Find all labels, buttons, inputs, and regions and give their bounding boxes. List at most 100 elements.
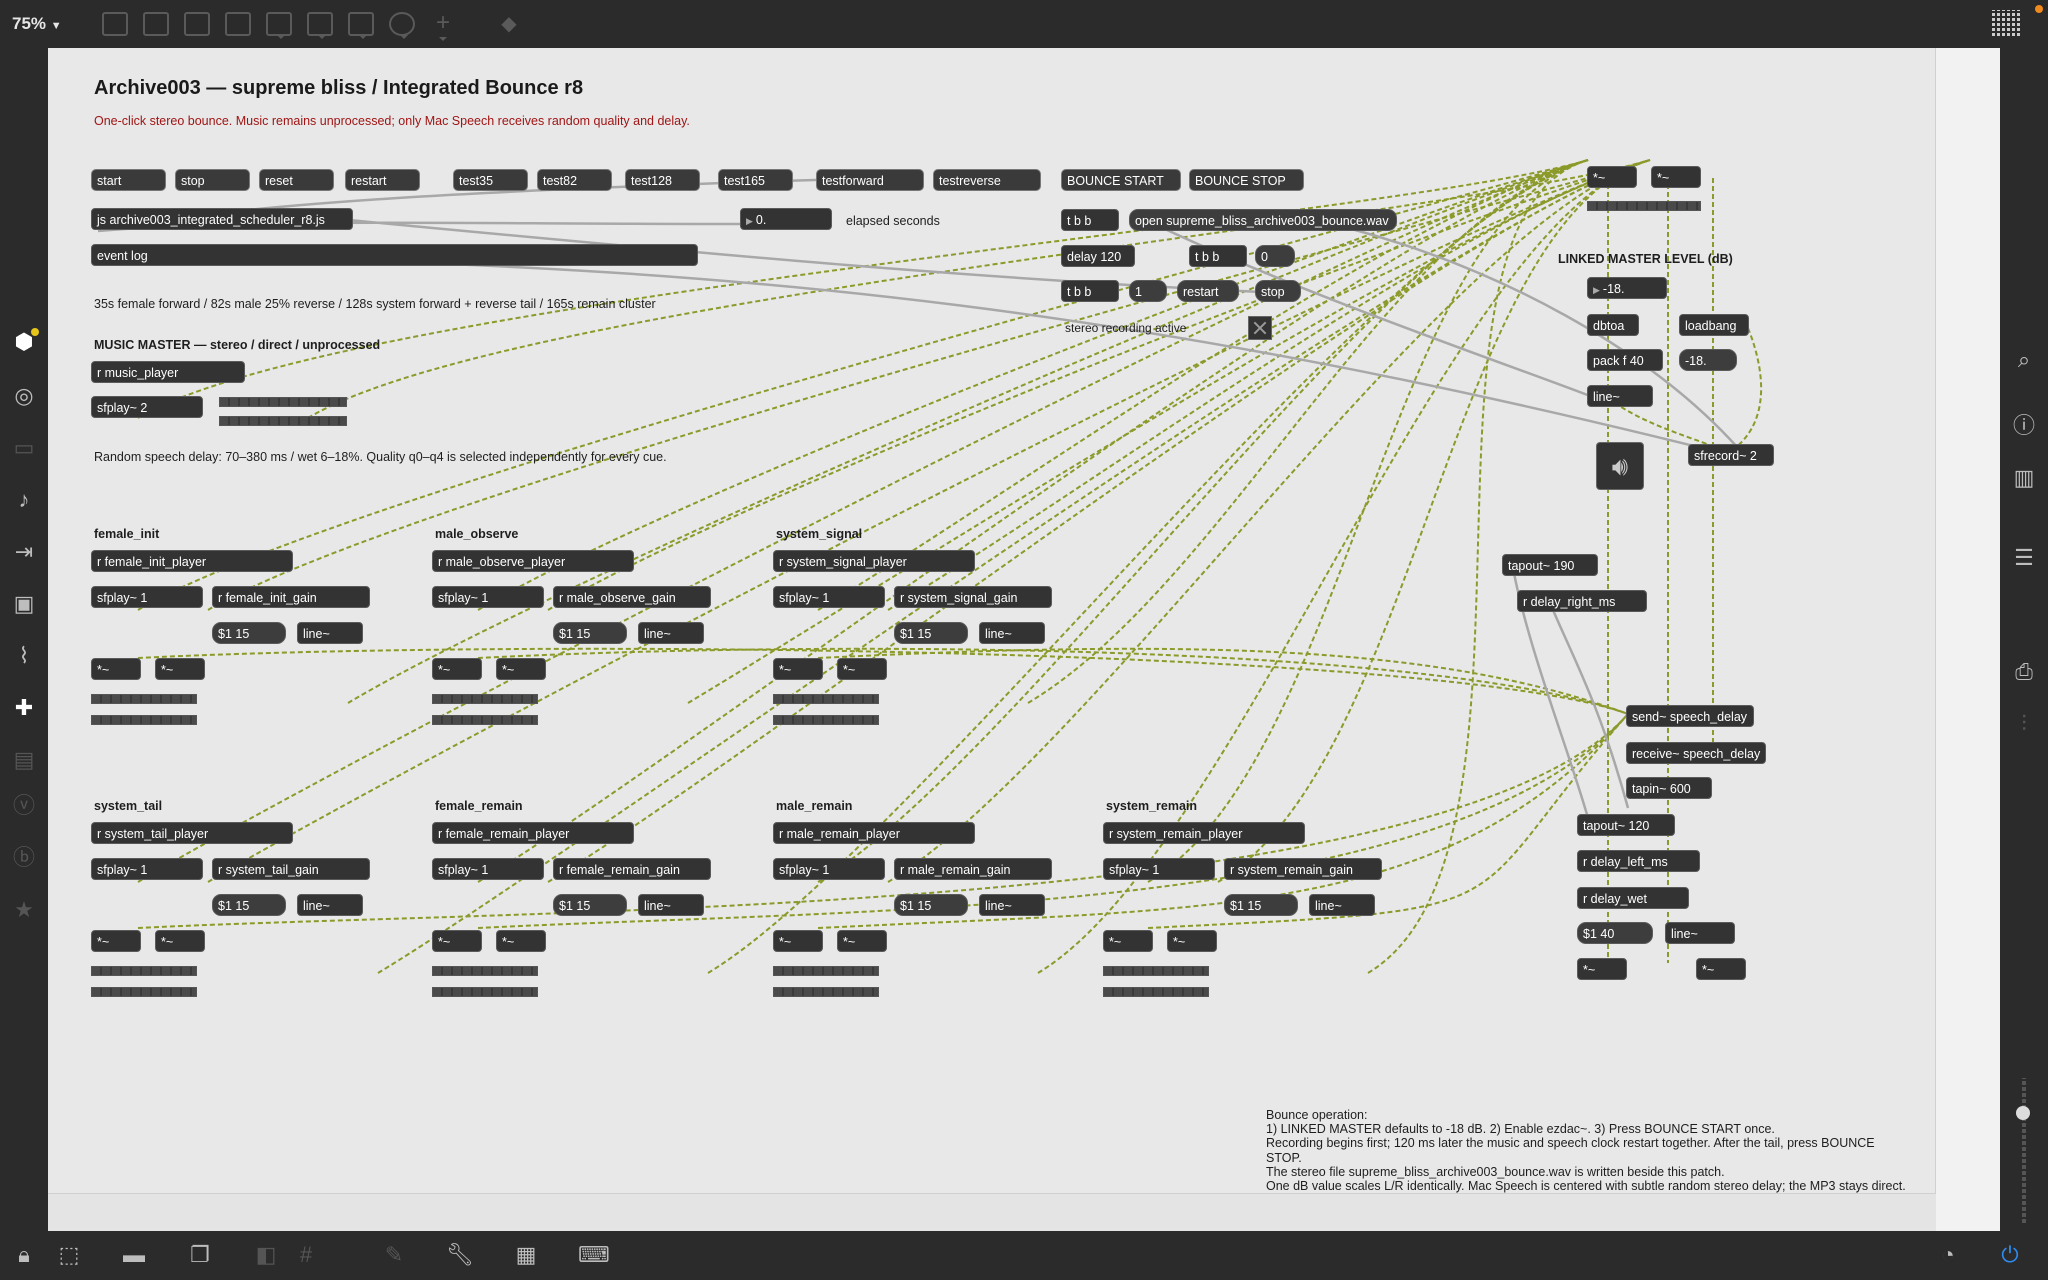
dial-icon[interactable]	[389, 12, 415, 39]
speaker-icon[interactable]: 🔊︎	[1596, 442, 1644, 490]
delay-object[interactable]: delay 120	[1061, 245, 1135, 267]
edit-icon[interactable]: ⬚	[55, 1241, 83, 1269]
loadbang-object[interactable]: loadbang	[1679, 314, 1749, 336]
music-receive[interactable]: r music_player	[91, 361, 245, 383]
voice-mul-left[interactable]: *~	[432, 658, 482, 680]
scheduler-object[interactable]: js archive003_integrated_scheduler_r8.js	[91, 208, 353, 230]
voice-gain-receive[interactable]: r system_tail_gain	[212, 858, 370, 880]
master-db-number[interactable]: -18.	[1587, 277, 1667, 299]
delay-left-receive[interactable]: r delay_left_ms	[1577, 850, 1700, 872]
voice-mul-right[interactable]: *~	[155, 930, 205, 952]
receive-speech-delay[interactable]: receive~ speech_delay	[1626, 742, 1766, 764]
voice-receive[interactable]: r male_remain_player	[773, 822, 975, 844]
voice-mul-right[interactable]: *~	[837, 658, 887, 680]
delay-wet-line[interactable]: line~	[1665, 922, 1735, 944]
voice-mul-right[interactable]: *~	[496, 658, 546, 680]
chat-icon[interactable]	[184, 12, 210, 36]
x-box-icon[interactable]	[225, 12, 251, 36]
open-file-message[interactable]: open supreme_bliss_archive003_bounce.wav	[1129, 209, 1397, 231]
voice-mul-left[interactable]: *~	[1103, 930, 1153, 952]
voice-mul-right[interactable]: *~	[837, 930, 887, 952]
grid-icon[interactable]	[1992, 10, 2022, 36]
voice-mul-left[interactable]: *~	[773, 930, 823, 952]
plugin-icon[interactable]: ✚	[10, 694, 38, 722]
play-step-icon[interactable]: ⇥	[10, 538, 38, 566]
zoom-menu[interactable]: 75% ▼	[12, 14, 62, 34]
voice-player[interactable]: sfplay~ 1	[1103, 858, 1215, 880]
tapin-object[interactable]: tapin~ 600	[1626, 777, 1712, 799]
voice-gain-message[interactable]: $1 15	[894, 894, 968, 916]
info-icon[interactable]: ⓘ	[2010, 412, 2038, 440]
test165-button[interactable]: test165	[718, 169, 793, 191]
recording-toggle[interactable]	[1248, 316, 1272, 340]
comment-icon[interactable]	[143, 12, 169, 36]
voice-gain-message[interactable]: $1 15	[553, 894, 627, 916]
voice-mul-left[interactable]: *~	[773, 658, 823, 680]
pin-icon[interactable]: ✎	[380, 1241, 408, 1269]
master-mul-left[interactable]: *~	[1587, 166, 1637, 188]
voice-player[interactable]: sfplay~ 1	[91, 858, 203, 880]
power-icon[interactable]: ⏻	[1996, 1241, 2024, 1269]
dbtoa-object[interactable]: dbtoa	[1587, 314, 1639, 336]
image-icon[interactable]: ▣	[10, 590, 38, 618]
b-icon[interactable]: ⓑ	[10, 844, 38, 872]
voice-mul-right[interactable]: *~	[496, 930, 546, 952]
voice-gain-receive[interactable]: r system_remain_gain	[1224, 858, 1382, 880]
bounce-start-button[interactable]: BOUNCE START	[1061, 169, 1181, 191]
voice-receive[interactable]: r male_observe_player	[432, 550, 634, 572]
v-icon[interactable]: ⓥ	[10, 792, 38, 820]
voice-player[interactable]: sfplay~ 1	[773, 858, 885, 880]
book-icon[interactable]: ▥	[2010, 464, 2038, 492]
voice-receive[interactable]: r system_tail_player	[91, 822, 293, 844]
test82-button[interactable]: test82	[537, 169, 612, 191]
tapout-left[interactable]: tapout~ 120	[1577, 814, 1675, 836]
pack-object[interactable]: pack f 40	[1587, 349, 1663, 371]
voice-gain-receive[interactable]: r male_observe_gain	[553, 586, 711, 608]
voice-player[interactable]: sfplay~ 1	[432, 858, 544, 880]
play-box-icon[interactable]	[307, 12, 333, 39]
paint-bucket-icon[interactable]: ◆	[496, 12, 522, 36]
delay-mul-right[interactable]: *~	[1696, 958, 1746, 980]
one-message[interactable]: 1	[1129, 280, 1167, 302]
voice-line[interactable]: line~	[297, 894, 363, 916]
testforward-button[interactable]: testforward	[816, 169, 924, 191]
restart-message[interactable]: restart	[1177, 280, 1239, 302]
voice-mul-left[interactable]: *~	[91, 658, 141, 680]
list-icon[interactable]: ☰	[2010, 544, 2038, 572]
trigger-object-1[interactable]: t b b	[1061, 209, 1119, 231]
search-icon[interactable]: ⌕	[2010, 346, 2038, 374]
testreverse-button[interactable]: testreverse	[933, 169, 1041, 191]
restart-button[interactable]: restart	[345, 169, 420, 191]
voice-line[interactable]: line~	[297, 622, 363, 644]
voice-gain-message[interactable]: $1 15	[212, 622, 286, 644]
wrench-icon[interactable]: 🔧︎	[446, 1241, 474, 1269]
sliders-icon[interactable]: ⫶	[2010, 710, 2038, 738]
voice-player[interactable]: sfplay~ 1	[91, 586, 203, 608]
tapout-right[interactable]: tapout~ 190	[1502, 554, 1598, 576]
voice-gain-receive[interactable]: r female_remain_gain	[553, 858, 711, 880]
camera-icon[interactable]	[266, 12, 292, 39]
trigger-object-3[interactable]: t b b	[1061, 280, 1119, 302]
delay-mul-left[interactable]: *~	[1577, 958, 1627, 980]
lock-icon[interactable]: 🔒︎	[10, 1241, 38, 1269]
voice-player[interactable]: sfplay~ 1	[432, 586, 544, 608]
windows-icon[interactable]: ❐	[186, 1241, 214, 1269]
patcher-icon[interactable]	[102, 12, 128, 36]
package-icon[interactable]: ⬢	[10, 328, 39, 356]
voice-receive[interactable]: r female_init_player	[91, 550, 293, 572]
voice-receive[interactable]: r system_remain_player	[1103, 822, 1305, 844]
grid-icon[interactable]: #	[292, 1241, 320, 1269]
plus-icon[interactable]: +	[430, 11, 456, 41]
voice-line[interactable]: line~	[638, 622, 704, 644]
bounce-stop-button[interactable]: BOUNCE STOP	[1189, 169, 1304, 191]
stop-message[interactable]: stop	[1255, 280, 1301, 302]
voice-line[interactable]: line~	[979, 622, 1045, 644]
voice-mul-left[interactable]: *~	[91, 930, 141, 952]
voice-gain-message[interactable]: $1 15	[212, 894, 286, 916]
voice-player[interactable]: sfplay~ 1	[773, 586, 885, 608]
level-slider-knob[interactable]	[2016, 1106, 2030, 1120]
mute-icon[interactable]: ◧	[252, 1241, 280, 1269]
voice-mul-right[interactable]: *~	[155, 658, 205, 680]
send-speech-delay[interactable]: send~ speech_delay	[1626, 705, 1754, 727]
delay-wet-receive[interactable]: r delay_wet	[1577, 887, 1689, 909]
